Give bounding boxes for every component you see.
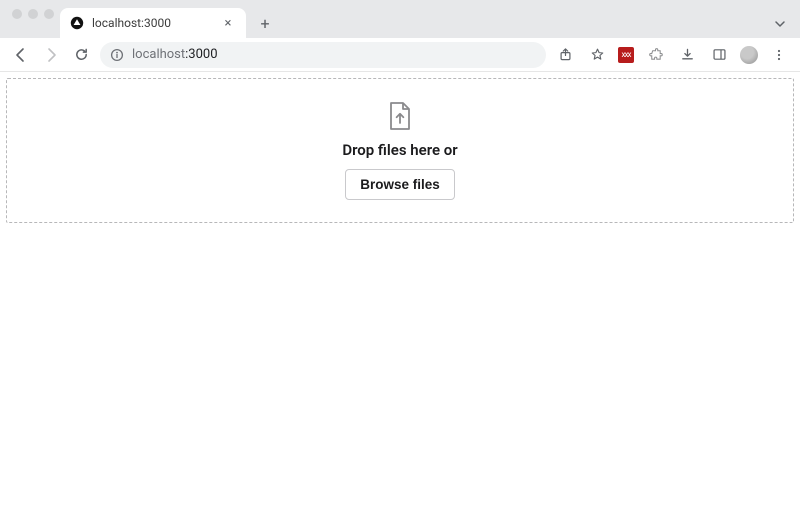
toolbar-right: xxx (554, 44, 790, 66)
url-host: localhost (132, 47, 185, 62)
url-text: localhost:3000 (132, 47, 218, 62)
menu-button[interactable] (768, 44, 790, 66)
tab-strip: localhost:3000 × + (0, 0, 800, 38)
window-controls (8, 0, 60, 38)
forward-button[interactable] (40, 44, 62, 66)
file-upload-icon (387, 101, 413, 131)
new-tab-button[interactable]: + (252, 10, 278, 36)
back-button[interactable] (10, 44, 32, 66)
extension-red-icon[interactable]: xxx (618, 47, 634, 63)
maximize-window-dot[interactable] (44, 9, 54, 19)
close-window-dot[interactable] (12, 9, 22, 19)
side-panel-button[interactable] (708, 44, 730, 66)
share-button[interactable] (554, 44, 576, 66)
url-suffix: :3000 (185, 47, 217, 62)
address-bar[interactable]: localhost:3000 (100, 42, 546, 68)
tab-favicon-icon (70, 16, 84, 30)
browse-files-button[interactable]: Browse files (345, 169, 455, 200)
tab-title: localhost:3000 (92, 16, 212, 30)
bookmark-button[interactable] (586, 44, 608, 66)
file-dropzone[interactable]: Drop files here or Browse files (6, 78, 794, 223)
browser-tab[interactable]: localhost:3000 × (60, 8, 246, 38)
page-content: Drop files here or Browse files (0, 72, 800, 229)
reload-button[interactable] (70, 44, 92, 66)
browser-toolbar: localhost:3000 xxx (0, 38, 800, 72)
close-tab-button[interactable]: × (220, 16, 236, 31)
dropzone-prompt: Drop files here or (342, 141, 457, 159)
extensions-button[interactable] (644, 44, 666, 66)
profile-avatar[interactable] (740, 46, 758, 64)
site-info-icon[interactable] (110, 48, 124, 62)
chevron-down-icon[interactable] (774, 18, 800, 38)
minimize-window-dot[interactable] (28, 9, 38, 19)
downloads-button[interactable] (676, 44, 698, 66)
